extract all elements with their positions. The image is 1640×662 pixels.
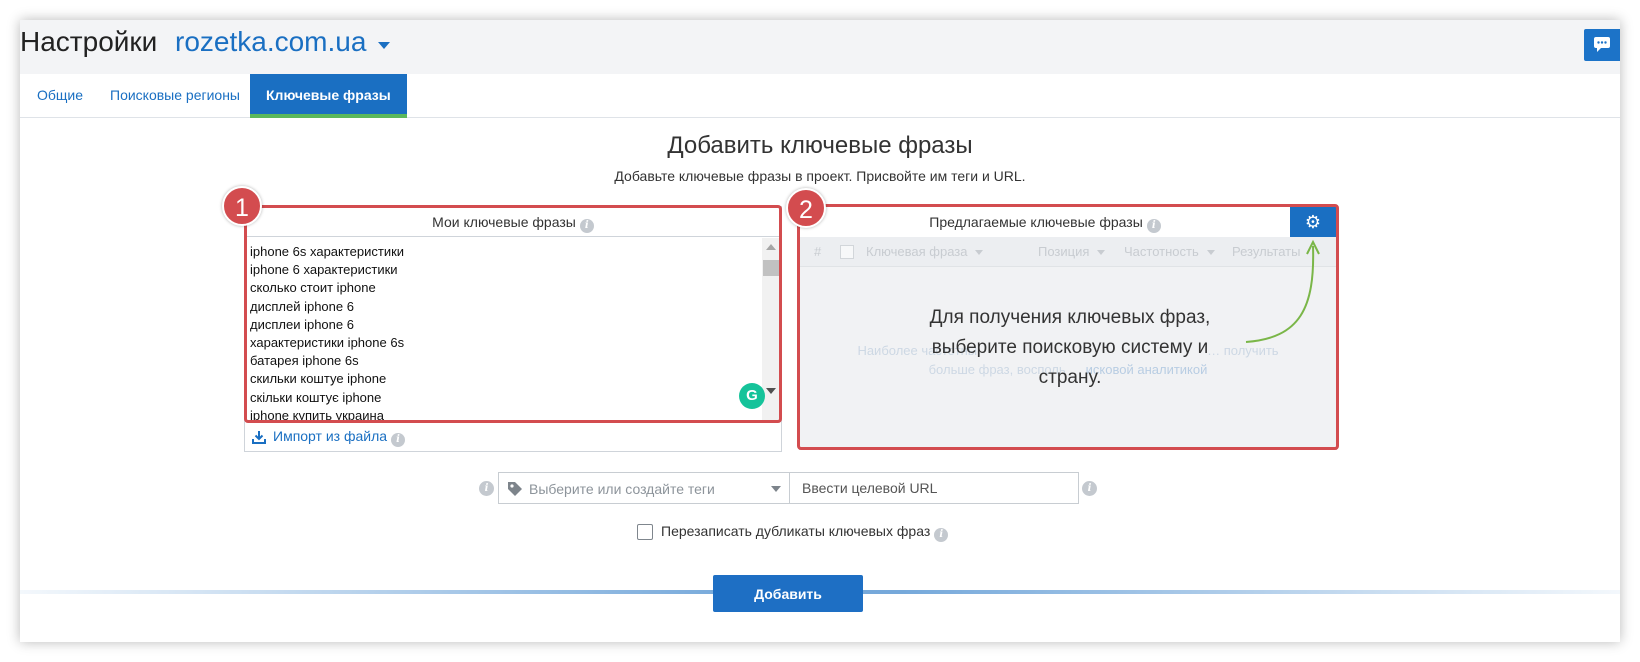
suggested-keywords-header: Предлагаемые ключевые фразы i	[800, 207, 1290, 237]
suggested-keywords-title: Предлагаемые ключевые фразы	[929, 214, 1143, 230]
sort-caret-icon	[1206, 250, 1215, 256]
overwrite-duplicates-option[interactable]: Перезаписать дубликаты ключевых фраз i	[637, 523, 949, 542]
gear-icon: ⚙	[1304, 212, 1322, 232]
keyword-line: сколько стоит iphone	[250, 280, 376, 296]
keyword-line: iphone 6s характеристики	[250, 244, 405, 259]
tab-keywords[interactable]: Ключевые фразы	[250, 74, 407, 118]
empty-state-message: Для получения ключевых фраз, выберите по…	[929, 307, 1211, 388]
overwrite-checkbox[interactable]	[637, 524, 653, 540]
chat-icon	[1594, 37, 1610, 52]
annotation-badge-1: 1	[222, 186, 262, 226]
settings-tabs: Общие Поисковые регионы Ключевые фразы	[20, 74, 1620, 118]
chevron-down-icon[interactable]	[378, 42, 390, 49]
section-subtitle: Добавьте ключевые фразы в проект. Присво…	[614, 168, 1026, 184]
keyword-line: батарея iphone 6s	[250, 353, 359, 369]
info-icon[interactable]: i	[391, 433, 406, 447]
scrollbar-thumb[interactable]	[763, 260, 779, 276]
chat-button[interactable]	[1584, 29, 1620, 61]
page-title: Настройки	[20, 26, 158, 57]
settings-button[interactable]: ⚙	[1290, 207, 1336, 237]
sort-caret-icon	[975, 250, 984, 256]
project-domain-selector[interactable]: rozetka.com.ua	[175, 26, 366, 58]
info-icon[interactable]: i	[1082, 481, 1097, 496]
tags-placeholder: Выберите или создайте теги	[529, 481, 715, 497]
col-keyword[interactable]: Ключевая фраза	[866, 244, 984, 259]
col-position[interactable]: Позиция	[1038, 244, 1106, 259]
my-keywords-title: Мои ключевые фразы	[432, 214, 576, 230]
keywords-textarea[interactable]: iphone 6s характеристики iphone 6 характ…	[250, 243, 762, 423]
info-icon[interactable]: i	[579, 219, 594, 233]
select-all-checkbox[interactable]	[840, 245, 854, 259]
scroll-up-icon[interactable]	[766, 244, 776, 250]
tags-select[interactable]: Выберите или создайте теги	[498, 472, 790, 504]
import-row: Импорт из файла i	[245, 421, 781, 451]
overwrite-label: Перезаписать дубликаты ключевых фраз	[661, 523, 931, 539]
col-frequency[interactable]: Частотность	[1124, 244, 1215, 259]
sort-caret-icon	[1097, 250, 1106, 256]
keyword-line: скільки коштує iphone	[250, 389, 382, 405]
info-icon[interactable]: i	[934, 528, 949, 542]
annotation-arrow	[1245, 239, 1320, 343]
tab-general[interactable]: Общие	[37, 74, 83, 118]
import-from-file-link[interactable]: Импорт из файла i	[273, 428, 406, 447]
my-keywords-header: Мои ключевые фразы i	[245, 207, 781, 237]
keyword-line: дисплей iphone 6	[250, 298, 354, 314]
my-keywords-panel: Мои ключевые фразы i iphone 6s характерис…	[244, 206, 782, 452]
add-button[interactable]: Добавить	[713, 575, 863, 612]
target-url-input[interactable]	[789, 472, 1079, 504]
grammarly-icon[interactable]: G	[739, 383, 765, 409]
info-icon[interactable]: i	[1146, 219, 1161, 233]
info-icon[interactable]: i	[479, 481, 494, 496]
col-number: #	[814, 244, 822, 259]
keyword-line: характеристики iphone 6s	[250, 335, 405, 351]
keyword-line: дисплеи iphone 6	[250, 316, 354, 332]
keyword-line: скильки коштуе iphone	[250, 371, 387, 387]
chevron-down-icon[interactable]	[771, 486, 781, 492]
tag-icon	[508, 482, 522, 496]
annotation-badge-2: 2	[786, 188, 826, 228]
scroll-down-icon[interactable]	[766, 388, 776, 394]
keyword-line: iphone 6 характеристики	[250, 262, 398, 278]
download-icon[interactable]	[252, 430, 266, 444]
app-window: Настройки rozetka.com.ua Общие Поисковые…	[20, 20, 1620, 642]
section-heading: Добавить ключевые фразы	[667, 132, 973, 159]
header-bar: Настройки rozetka.com.ua	[20, 20, 1620, 74]
tab-search-regions[interactable]: Поисковые регионы	[110, 74, 240, 118]
